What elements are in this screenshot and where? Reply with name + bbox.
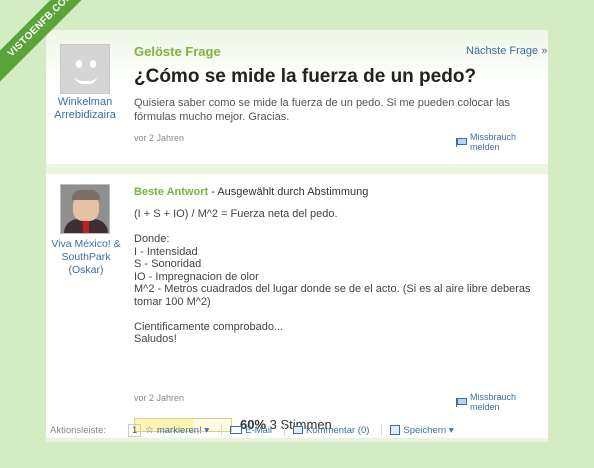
flag-icon <box>456 137 467 147</box>
action-bar: Aktionsleiste: 1 ☆ markieren! ▾ E-Mail K… <box>46 422 548 438</box>
email-label: E-Mail <box>245 424 273 436</box>
action-bar-label: Aktionsleiste: <box>50 424 106 436</box>
answer-status: Beste Antwort - Ausgewählt durch Abstimm… <box>134 186 368 198</box>
answerer-avatar[interactable] <box>60 184 110 234</box>
avatar-eye-icon <box>76 60 82 68</box>
save-icon <box>390 425 401 435</box>
save-label: Speichern ▾ <box>403 424 454 436</box>
divider <box>221 424 223 436</box>
mark-label: markieren! ▾ <box>156 424 210 436</box>
divider <box>381 424 383 436</box>
answer-time: vor 2 Jahren <box>134 393 185 403</box>
mail-icon <box>230 426 243 434</box>
best-answer-label: Beste Antwort <box>134 186 209 198</box>
asker-avatar[interactable] <box>60 44 110 94</box>
comment-label: Kommentar (0) <box>306 424 370 436</box>
answerer-name[interactable]: Viva México! & SouthPark (Oskar) <box>48 238 124 277</box>
avatar-eye-icon <box>90 60 96 68</box>
mark-count: 1 <box>128 423 142 437</box>
comment-icon <box>293 426 304 434</box>
avatar-smile-icon <box>75 76 97 84</box>
question-body: Quisiera saber como se mide la fuerza de… <box>134 97 511 123</box>
avatar-hair <box>72 190 100 200</box>
comment-button[interactable]: Kommentar (0) <box>293 425 369 436</box>
email-button[interactable]: E-Mail <box>230 425 272 436</box>
report-label: Missbrauch melden <box>470 132 517 152</box>
question-status: Gelöste Frage <box>134 44 221 59</box>
save-button[interactable]: Speichern ▾ <box>390 424 454 436</box>
report-label: Missbrauch melden <box>470 392 517 412</box>
answer-report-link[interactable]: Missbrauch melden <box>456 392 548 412</box>
question-report-link[interactable]: Missbrauch melden <box>456 132 548 152</box>
divider <box>284 424 286 436</box>
qa-card: Winkelman Arrebidizaira Gelöste Frage Nä… <box>46 30 548 438</box>
answer-body: (I + S + IO) / M^2 = Fuerza neta del ped… <box>134 208 531 345</box>
question-time: vor 2 Jahren <box>134 133 185 143</box>
chosen-by-label: - Ausgewählt durch Abstimmung <box>208 186 369 198</box>
star-icon: ☆ <box>145 424 154 436</box>
best-answer-section: Viva México! & SouthPark (Oskar) Beste A… <box>46 174 548 438</box>
asker-name[interactable]: Winkelman Arrebidizaira <box>50 96 120 122</box>
question-title: ¿Cómo se mide la fuerza de un pedo? <box>134 66 477 87</box>
flag-icon <box>456 397 467 407</box>
mark-button[interactable]: ☆ markieren! ▾ <box>145 425 209 436</box>
section-divider <box>46 164 548 174</box>
avatar-tie <box>83 219 89 233</box>
question-section: Winkelman Arrebidizaira Gelöste Frage Nä… <box>46 30 548 164</box>
next-question-link[interactable]: Nächste Frage » <box>466 45 547 57</box>
